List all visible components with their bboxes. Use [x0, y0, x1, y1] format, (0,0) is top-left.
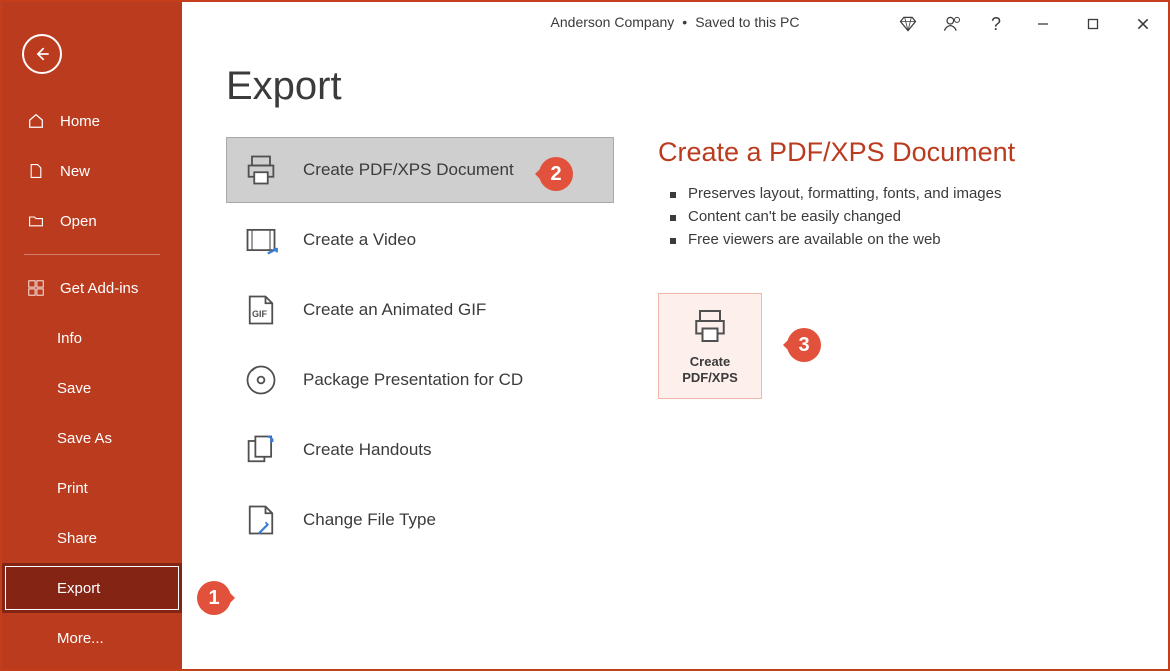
- nav-share[interactable]: Share: [2, 513, 182, 563]
- option-create-video[interactable]: Create a Video: [226, 207, 614, 273]
- change-file-type-icon: [239, 498, 283, 542]
- nav-print[interactable]: Print: [2, 463, 182, 513]
- nav-list-secondary: Get Add-ins Info Save Save As Print Shar…: [2, 263, 182, 663]
- cd-icon: [239, 358, 283, 402]
- option-label: Create Handouts: [303, 440, 432, 460]
- nav-export[interactable]: Export: [2, 563, 182, 613]
- option-create-handouts[interactable]: Create Handouts: [226, 417, 614, 483]
- nav-separator: [24, 254, 160, 255]
- nav-label: Export: [57, 580, 100, 597]
- detail-title: Create a PDF/XPS Document: [658, 137, 1128, 168]
- detail-pane: Create a PDF/XPS Document Preserves layo…: [658, 137, 1128, 557]
- addins-icon: [26, 278, 46, 298]
- callout-number: 1: [208, 587, 219, 610]
- nav-label: Home: [60, 113, 100, 130]
- account-icon[interactable]: [930, 2, 974, 46]
- video-icon: [239, 218, 283, 262]
- annotation-callout-1: 1: [197, 581, 231, 615]
- detail-bullet: Free viewers are available on the web: [658, 228, 1128, 251]
- maximize-button[interactable]: [1068, 2, 1118, 46]
- backstage-sidebar: Home New Open Get Add-ins: [2, 2, 182, 669]
- open-folder-icon: [26, 211, 46, 231]
- nav-new[interactable]: New: [2, 146, 182, 196]
- handouts-icon: [239, 428, 283, 472]
- nav-label: More...: [57, 630, 104, 647]
- nav-more[interactable]: More...: [2, 613, 182, 663]
- document-title: Anderson Company • Saved to this PC: [551, 14, 800, 30]
- nav-info[interactable]: Info: [2, 313, 182, 363]
- printer-icon: [239, 148, 283, 192]
- gif-icon: GIF: [239, 288, 283, 332]
- printer-icon: [690, 306, 730, 346]
- nav-label: Info: [57, 330, 82, 347]
- doc-name: Anderson Company: [551, 14, 675, 30]
- annotation-callout-3: 3: [787, 328, 821, 362]
- titlebar: Anderson Company • Saved to this PC ?: [182, 2, 1168, 46]
- premium-icon[interactable]: [886, 2, 930, 46]
- nav-label: Save As: [57, 430, 112, 447]
- option-label: Create PDF/XPS Document: [303, 160, 514, 180]
- nav-label: Print: [57, 480, 88, 497]
- minimize-button[interactable]: [1018, 2, 1068, 46]
- create-pdf-xps-button[interactable]: Create PDF/XPS: [658, 293, 762, 399]
- detail-bullet: Preserves layout, formatting, fonts, and…: [658, 182, 1128, 205]
- save-status: Saved to this PC: [695, 14, 799, 30]
- action-label: Create PDF/XPS: [682, 354, 738, 387]
- callout-number: 3: [798, 334, 809, 357]
- content-area: Export Create PDF/XPS Document Create a …: [182, 46, 1168, 669]
- nav-list: Home New Open: [2, 96, 182, 246]
- option-create-gif[interactable]: GIF Create an Animated GIF: [226, 277, 614, 343]
- help-icon[interactable]: ?: [974, 2, 1018, 46]
- nav-label: Open: [60, 213, 97, 230]
- option-change-file-type[interactable]: Change File Type: [226, 487, 614, 553]
- title-separator: •: [682, 14, 687, 30]
- nav-home[interactable]: Home: [2, 96, 182, 146]
- option-package-cd[interactable]: Package Presentation for CD: [226, 347, 614, 413]
- option-label: Change File Type: [303, 510, 436, 530]
- nav-label: Get Add-ins: [60, 280, 138, 297]
- new-file-icon: [26, 161, 46, 181]
- option-label: Package Presentation for CD: [303, 370, 523, 390]
- back-arrow-icon: [32, 44, 52, 64]
- annotation-callout-2: 2: [539, 157, 573, 191]
- window-controls: ?: [886, 2, 1168, 46]
- export-options: Create PDF/XPS Document Create a Video G…: [226, 137, 614, 557]
- page-title: Export: [226, 64, 1128, 109]
- option-label: Create a Video: [303, 230, 416, 250]
- close-button[interactable]: [1118, 2, 1168, 46]
- nav-open[interactable]: Open: [2, 196, 182, 246]
- home-icon: [26, 111, 46, 131]
- nav-label: Save: [57, 380, 91, 397]
- back-button[interactable]: [22, 34, 62, 74]
- nav-get-addins[interactable]: Get Add-ins: [2, 263, 182, 313]
- nav-label: Share: [57, 530, 97, 547]
- svg-text:GIF: GIF: [252, 309, 268, 319]
- callout-number: 2: [550, 163, 561, 186]
- nav-save[interactable]: Save: [2, 363, 182, 413]
- detail-bullets: Preserves layout, formatting, fonts, and…: [658, 182, 1128, 251]
- detail-bullet: Content can't be easily changed: [658, 205, 1128, 228]
- nav-label: New: [60, 163, 90, 180]
- nav-save-as[interactable]: Save As: [2, 413, 182, 463]
- powerpoint-backstage: Home New Open Get Add-ins: [0, 0, 1170, 671]
- columns: Create PDF/XPS Document Create a Video G…: [226, 137, 1128, 557]
- option-label: Create an Animated GIF: [303, 300, 486, 320]
